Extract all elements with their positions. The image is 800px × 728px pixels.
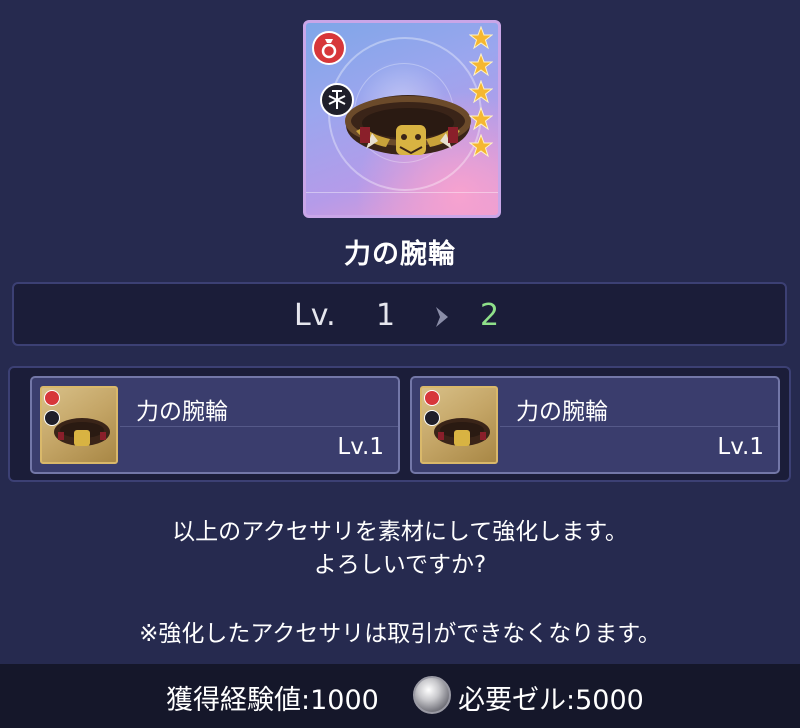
next-level: 2 bbox=[480, 298, 500, 333]
cost-footer: 獲得経験値:1000 必要ゼル:5000 bbox=[0, 664, 800, 728]
ring-icon bbox=[312, 31, 346, 65]
light-element-icon bbox=[320, 83, 354, 117]
card-divider bbox=[120, 426, 398, 427]
material-level: Lv.1 bbox=[717, 434, 764, 460]
material-name: 力の腕輪 bbox=[516, 399, 608, 425]
star-icon bbox=[469, 53, 493, 77]
jupiter-element-icon bbox=[44, 410, 60, 426]
material-name: 力の腕輪 bbox=[136, 399, 228, 425]
zel-cost: 必要ゼル:5000 bbox=[458, 685, 644, 716]
item-card[interactable] bbox=[303, 20, 501, 218]
zel-coin-icon bbox=[413, 676, 451, 714]
rarity-stars bbox=[469, 26, 495, 161]
card-divider bbox=[500, 426, 778, 427]
star-icon bbox=[469, 107, 493, 131]
card-frame-decoration bbox=[306, 192, 498, 215]
current-level: 1 bbox=[376, 298, 396, 333]
material-card[interactable]: 力の腕輪 Lv.1 bbox=[30, 376, 400, 474]
star-icon bbox=[469, 134, 493, 158]
light-element-icon bbox=[424, 410, 440, 426]
trade-warning-note: ※強化したアクセサリは取引ができなくなります。 bbox=[139, 621, 661, 647]
material-list: 力の腕輪 Lv.1 力の腕輪 Lv.1 bbox=[8, 366, 791, 482]
level-label: Lv. bbox=[294, 298, 336, 333]
material-thumbnail bbox=[40, 386, 118, 464]
confirm-question: よろしいですか? bbox=[313, 552, 487, 578]
bracelet-image bbox=[345, 95, 471, 155]
exp-gain: 獲得経験値:1000 bbox=[166, 685, 379, 716]
ring-icon bbox=[44, 390, 60, 406]
item-name: 力の腕輪 bbox=[344, 239, 456, 270]
material-card[interactable]: 力の腕輪 Lv.1 bbox=[410, 376, 780, 474]
chevron-right-icon bbox=[436, 307, 448, 327]
confirm-message: 以上のアクセサリを素材にして強化します。 bbox=[172, 519, 628, 545]
ring-icon bbox=[424, 390, 440, 406]
level-change-bar: Lv. 1 2 bbox=[12, 282, 787, 346]
material-thumbnail bbox=[420, 386, 498, 464]
material-level: Lv.1 bbox=[337, 434, 384, 460]
star-icon bbox=[469, 26, 493, 50]
star-icon bbox=[469, 80, 493, 104]
